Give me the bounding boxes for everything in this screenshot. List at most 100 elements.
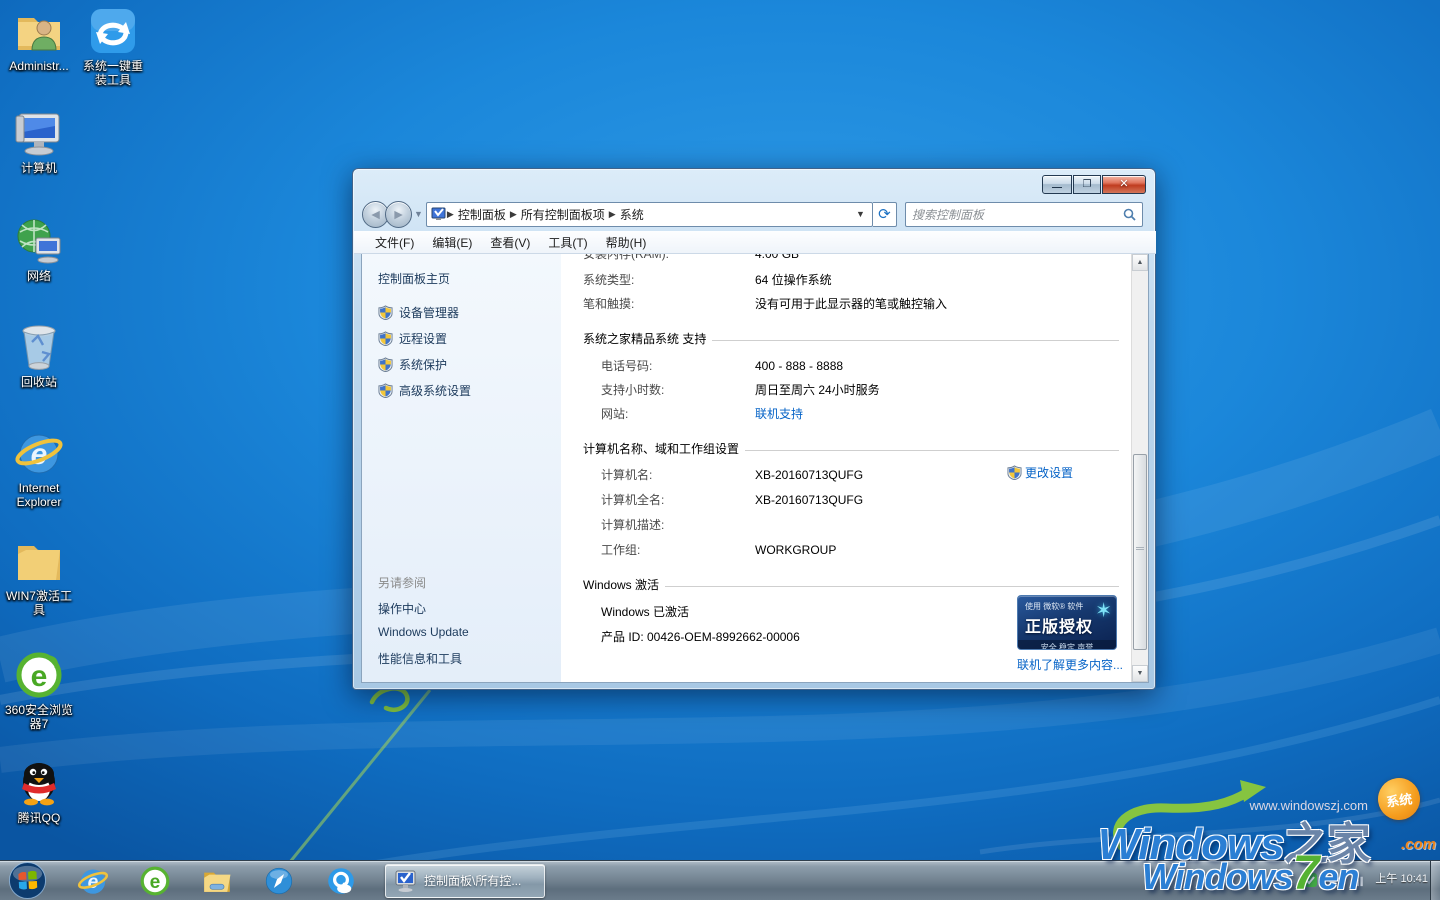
taskbar-qq-browser-icon[interactable] (325, 865, 357, 897)
menu-tools[interactable]: 工具(T) (539, 234, 596, 251)
taskbar-button-label: 控制面板\所有控... (424, 872, 521, 889)
svg-text:e: e (31, 660, 48, 693)
uac-shield-icon (378, 357, 393, 372)
search-input[interactable]: 搜索控制面板 (912, 206, 1123, 223)
qq-penguin-icon (14, 758, 64, 808)
breadcrumb-control-panel[interactable]: 控制面板 (454, 206, 510, 223)
vertical-scrollbar[interactable]: ▲ ▼ (1131, 254, 1148, 682)
system-window: — ❐ ✕ ◄ ► ▼ ▶ 控制面板 ▶ 所有控制面板项 ▶ 系统 ▼ (352, 168, 1156, 690)
info-row-hours: 支持小时数:周日至周六 24小时服务 (601, 381, 880, 398)
hidden-icons-chevron[interactable]: ▲ (1260, 875, 1269, 885)
uac-shield-icon (378, 305, 393, 320)
sidebar-windows-update[interactable]: Windows Update (378, 625, 469, 639)
change-settings-link[interactable]: 更改设置 (1007, 464, 1073, 481)
sidebar-system-protection[interactable]: 系统保护 (378, 356, 447, 373)
sidebar-remote-settings[interactable]: 远程设置 (378, 330, 447, 347)
sidebar-advanced-settings[interactable]: 高级系统设置 (378, 382, 471, 399)
genuine-star-icon: ✶ (1095, 598, 1112, 623)
user-folder-icon (14, 6, 64, 56)
sidebar-task-label: 高级系统设置 (399, 382, 471, 399)
sidebar-link-label: Windows Update (378, 625, 469, 639)
sidebar-task-label: 设备管理器 (399, 304, 459, 321)
system-page-icon (431, 207, 447, 221)
minimize-button[interactable]: — (1042, 175, 1072, 194)
desktop-icon-network[interactable]: 网络 (0, 216, 78, 283)
search-icon (1123, 208, 1136, 221)
menu-file[interactable]: 文件(F) (366, 234, 423, 251)
section-support: 系统之家精品系统 支持 (583, 330, 1119, 347)
sidebar-link-label: 操作中心 (378, 600, 426, 617)
desktop-icon-computer[interactable]: 计算机 (0, 108, 78, 175)
desktop-icon-internet-explorer[interactable]: e Internet Explorer (0, 428, 78, 510)
360-browser-icon: e (14, 650, 64, 700)
online-support-link[interactable]: 联机支持 (755, 407, 803, 421)
computer-icon (14, 108, 64, 158)
scroll-up-arrow[interactable]: ▲ (1132, 254, 1148, 271)
sidebar: 控制面板主页 设备管理器 (362, 254, 561, 682)
system-info-panel: 安装内存(RAM):4.00 GB 系统类型:64 位操作系统 笔和触摸:没有可… (561, 254, 1131, 682)
search-box[interactable]: 搜索控制面板 (905, 202, 1143, 227)
folder-icon (14, 536, 64, 586)
taskbar-active-window-button[interactable]: 控制面板\所有控... (385, 864, 545, 898)
close-button[interactable]: ✕ (1102, 175, 1146, 194)
sidebar-task-label: 系统保护 (399, 356, 447, 373)
icon-label: 360安全浏览 器7 (0, 703, 78, 732)
address-bar[interactable]: ▶ 控制面板 ▶ 所有控制面板项 ▶ 系统 ▼ (426, 202, 873, 227)
breadcrumb-all-items[interactable]: 所有控制面板项 (517, 206, 609, 223)
section-computer-name: 计算机名称、域和工作组设置 (583, 440, 1119, 457)
recent-pages-chevron[interactable]: ▼ (414, 209, 423, 219)
info-row-website: 网站:联机支持 (601, 405, 803, 422)
tray-clock[interactable]: 上午 10:41 (1375, 873, 1428, 886)
desktop-icon-win7-activator[interactable]: WIN7激活工 具 (0, 536, 78, 618)
scroll-down-arrow[interactable]: ▼ (1132, 665, 1148, 682)
uac-shield-icon (378, 331, 393, 346)
desktop-icon-qq[interactable]: 腾讯QQ (0, 758, 78, 825)
info-row-pen-touch: 笔和触摸:没有可用于此显示器的笔或触控输入 (583, 295, 947, 312)
breadcrumb-arrow: ▶ (510, 209, 517, 220)
breadcrumb-system[interactable]: 系统 (616, 206, 648, 223)
desktop-icon-recycle-bin[interactable]: 回收站 (0, 322, 78, 389)
navigation-bar: ◄ ► ▼ ▶ 控制面板 ▶ 所有控制面板项 ▶ 系统 ▼ ⟳ 搜索控制面板 (353, 197, 1155, 231)
desktop: Administr... 系统一键重 装工具 计算机 (0, 0, 1440, 900)
volume-icon[interactable] (1327, 873, 1342, 888)
start-button[interactable] (8, 861, 47, 900)
change-settings-label: 更改设置 (1025, 464, 1073, 481)
forward-button[interactable]: ► (385, 201, 412, 228)
learn-more-link[interactable]: 联机了解更多内容... (1017, 656, 1123, 673)
taskbar-compass-browser-icon[interactable] (263, 865, 295, 897)
network-icon[interactable] (1351, 873, 1366, 888)
show-desktop-button[interactable] (1430, 861, 1440, 900)
taskbar-360-browser-icon[interactable]: e (139, 865, 171, 897)
sidebar-performance-tools[interactable]: 性能信息和工具 (378, 650, 462, 667)
menu-edit[interactable]: 编辑(E) (423, 234, 481, 251)
sidebar-see-also-header: 另请参阅 (378, 574, 426, 591)
action-center-flag-icon[interactable] (1278, 873, 1293, 888)
ie-icon: e (14, 428, 64, 478)
taskbar-ie-icon[interactable]: e (77, 865, 109, 897)
refresh-button[interactable]: ⟳ (873, 202, 897, 227)
security-shield-check-icon[interactable] (1302, 872, 1318, 888)
menu-view[interactable]: 查看(V) (481, 234, 539, 251)
icon-label: 网络 (0, 269, 78, 283)
uac-shield-icon (1007, 465, 1022, 480)
recycle-bin-icon (14, 322, 64, 372)
sidebar-home-link[interactable]: 控制面板主页 (378, 270, 450, 287)
sidebar-action-center[interactable]: 操作中心 (378, 600, 426, 617)
uac-shield-icon (378, 383, 393, 398)
menu-bar: 文件(F) 编辑(E) 查看(V) 工具(T) 帮助(H) (354, 231, 1156, 254)
taskbar-explorer-icon[interactable] (201, 865, 233, 897)
scrollbar-thumb[interactable] (1133, 454, 1147, 650)
genuine-software-badge[interactable]: ✶ 使用 微软® 软件 正版授权 安全 稳定 声誉 (1017, 595, 1117, 650)
desktop-icon-360-browser[interactable]: e 360安全浏览 器7 (0, 650, 78, 732)
desktop-icon-reinstall-tool[interactable]: 系统一键重 装工具 (74, 6, 152, 88)
sidebar-link-label: 性能信息和工具 (378, 650, 462, 667)
sidebar-home-label: 控制面板主页 (378, 270, 450, 287)
activation-status: Windows 已激活 (601, 603, 689, 620)
address-dropdown-caret[interactable]: ▼ (851, 209, 870, 219)
sidebar-device-manager[interactable]: 设备管理器 (378, 304, 459, 321)
system-properties-icon (394, 869, 418, 893)
desktop-icon-administrator[interactable]: Administr... (0, 6, 78, 73)
info-row-system-type: 系统类型:64 位操作系统 (583, 271, 832, 288)
restore-button[interactable]: ❐ (1073, 175, 1101, 194)
menu-help[interactable]: 帮助(H) (597, 234, 656, 251)
